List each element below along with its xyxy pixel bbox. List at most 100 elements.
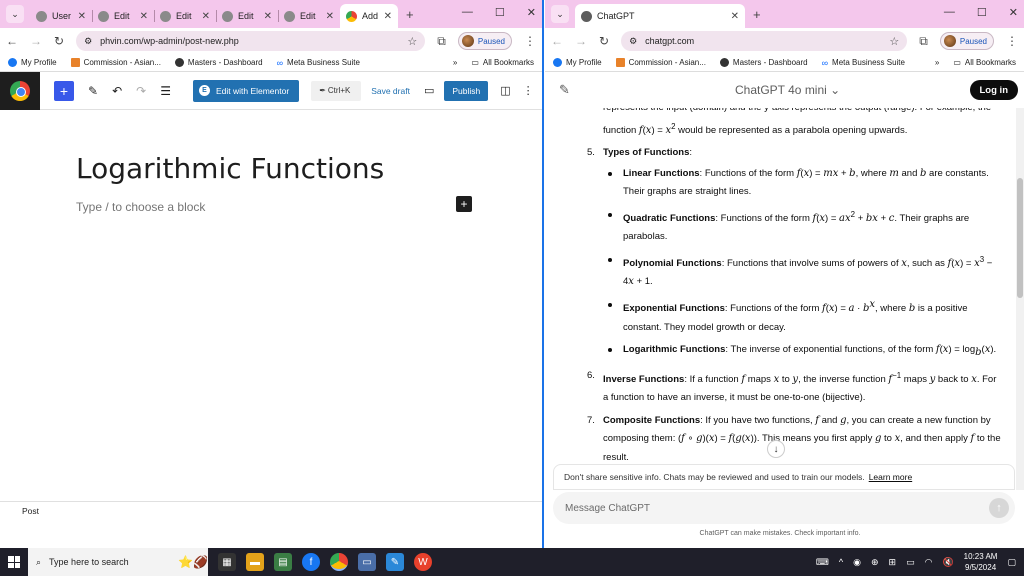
battery-icon[interactable]: ▭ <box>906 557 915 568</box>
bookmark-star-icon[interactable]: ☆ <box>889 35 899 48</box>
remote-desktop-icon[interactable]: ▭ <box>358 553 376 571</box>
minimize-icon[interactable]: — <box>462 6 473 19</box>
close-icon[interactable]: ✕ <box>731 11 739 22</box>
close-icon[interactable]: ✕ <box>384 11 392 22</box>
extensions-icon[interactable]: ⧉ <box>437 34 446 49</box>
message-input[interactable]: Message ChatGPT ↑ <box>553 492 1015 524</box>
more-menu-icon[interactable]: ⋮ <box>524 34 536 48</box>
model-selector[interactable]: ChatGPT 4o mini ⌄ <box>735 83 840 97</box>
task-view-icon[interactable]: ▦ <box>218 553 236 571</box>
tray-app-icon[interactable]: ◉ <box>853 557 861 568</box>
scrollbar[interactable] <box>1016 108 1024 490</box>
save-draft-button[interactable]: Save draft <box>371 86 410 96</box>
reload-icon[interactable]: ↻ <box>54 34 64 48</box>
browser-tab[interactable]: Edit ✕ <box>216 4 278 28</box>
browser-tab[interactable]: Edit ✕ <box>278 4 340 28</box>
redo-icon[interactable]: ↷ <box>136 84 146 98</box>
edit-with-elementor-button[interactable]: E Edit with Elementor <box>192 79 300 102</box>
command-palette-button[interactable]: ✒ Ctrl+K <box>311 80 362 101</box>
more-bookmarks-icon[interactable]: » <box>935 58 939 67</box>
undo-icon[interactable]: ↶ <box>112 84 122 98</box>
bookmark-meta[interactable]: ∞ Meta Business Suite <box>277 58 360 68</box>
meet-now-icon[interactable]: ⊞ <box>889 557 897 568</box>
all-bookmarks[interactable]: ▭ All Bookmarks <box>471 58 534 67</box>
tab-search-button[interactable]: ⌄ <box>551 5 569 23</box>
address-bar[interactable]: ⚙ chatgpt.com ☆ <box>621 31 908 51</box>
new-tab-button[interactable]: + <box>753 7 761 22</box>
file-explorer-icon[interactable]: ▬ <box>246 553 264 571</box>
address-bar[interactable]: ⚙ phvin.com/wp-admin/post-new.php ☆ <box>76 31 426 51</box>
scrollbar-thumb[interactable] <box>1017 178 1023 298</box>
maximize-icon[interactable]: ☐ <box>495 6 505 19</box>
chrome-app-icon[interactable] <box>330 553 348 571</box>
close-icon[interactable]: ✕ <box>326 11 334 22</box>
preview-icon[interactable]: ▭ <box>424 84 434 97</box>
bookmark-meta[interactable]: ∞ Meta Business Suite <box>822 58 905 68</box>
tray-app-icon[interactable]: ⊕ <box>871 557 879 568</box>
login-button[interactable]: Log in <box>969 80 1018 100</box>
minimize-icon[interactable]: — <box>944 6 955 19</box>
close-icon[interactable]: ✕ <box>264 11 272 22</box>
back-icon[interactable]: ← <box>6 34 18 48</box>
post-title[interactable]: Logarithmic Functions <box>76 152 384 185</box>
options-icon[interactable]: ⋮ <box>523 84 534 97</box>
publish-button[interactable]: Publish <box>444 80 489 101</box>
bookmark-masters[interactable]: Masters - Dashboard <box>174 58 263 67</box>
forward-icon[interactable]: → <box>30 34 42 48</box>
close-icon[interactable]: ✕ <box>202 11 210 22</box>
close-window-icon[interactable]: ✕ <box>527 6 536 19</box>
bookmark-my-profile[interactable]: My Profile <box>8 58 57 67</box>
editor-footer-breadcrumb[interactable]: Post <box>0 501 542 519</box>
profile-paused-button[interactable]: Paused <box>939 32 994 50</box>
facebook-app-icon[interactable]: f <box>302 553 320 571</box>
send-button[interactable]: ↑ <box>989 498 1009 518</box>
block-placeholder[interactable]: Type / to choose a block <box>76 200 205 214</box>
scroll-to-bottom-button[interactable]: ↓ <box>767 440 785 458</box>
learn-more-link[interactable]: Learn more <box>869 472 912 482</box>
profile-paused-button[interactable]: Paused <box>457 32 512 50</box>
bookmark-commission[interactable]: Commission - Asian... <box>615 58 706 67</box>
forward-icon[interactable]: → <box>575 34 587 48</box>
maximize-icon[interactable]: ☐ <box>977 6 987 19</box>
bookmark-my-profile[interactable]: My Profile <box>553 58 602 67</box>
site-info-icon[interactable]: ⚙ <box>84 36 92 47</box>
notifications-icon[interactable]: ▢ <box>1007 557 1016 568</box>
settings-sidebar-icon[interactable]: ◫ <box>500 84 510 97</box>
close-icon[interactable]: ✕ <box>78 11 86 22</box>
wifi-icon[interactable]: ◠ <box>925 557 933 568</box>
site-info-icon[interactable]: ⚙ <box>629 36 637 47</box>
bookmark-commission[interactable]: Commission - Asian... <box>70 58 161 67</box>
show-hidden-icons[interactable]: ^ <box>839 557 843 567</box>
browser-tab[interactable]: Edit ✕ <box>154 4 216 28</box>
add-block-button[interactable]: + <box>456 196 472 212</box>
wps-office-icon[interactable]: W <box>414 553 432 571</box>
tab-search-button[interactable]: ⌄ <box>6 5 24 23</box>
browser-tab-active[interactable]: ChatGPT ✕ <box>575 4 745 28</box>
close-window-icon[interactable]: ✕ <box>1009 6 1018 19</box>
block-inserter-button[interactable]: + <box>54 80 74 101</box>
calculator-icon[interactable]: ▤ <box>274 553 292 571</box>
new-chat-icon[interactable]: ✎ <box>559 82 570 98</box>
browser-tab-active[interactable]: Add ✕ <box>340 4 398 28</box>
bookmark-masters[interactable]: Masters - Dashboard <box>719 58 808 67</box>
browser-tab[interactable]: User ✕ <box>30 4 92 28</box>
more-bookmarks-icon[interactable]: » <box>453 58 457 67</box>
notes-app-icon[interactable]: ✎ <box>386 553 404 571</box>
document-overview-icon[interactable]: ☰ <box>160 84 171 98</box>
reload-icon[interactable]: ↻ <box>599 34 609 48</box>
keyboard-icon[interactable]: ⌨ <box>816 557 829 568</box>
more-menu-icon[interactable]: ⋮ <box>1006 34 1018 48</box>
new-tab-button[interactable]: + <box>406 7 414 22</box>
browser-tab[interactable]: Edit ✕ <box>92 4 154 28</box>
site-logo-button[interactable] <box>0 71 40 110</box>
taskbar-search[interactable]: ⌕ Type here to search ⭐🏈 <box>28 548 208 576</box>
clock[interactable]: 10:23 AM 9/5/2024 <box>964 551 998 573</box>
start-button[interactable] <box>0 556 28 568</box>
all-bookmarks[interactable]: ▭ All Bookmarks <box>953 58 1016 67</box>
close-icon[interactable]: ✕ <box>140 11 148 22</box>
pen-tool-icon[interactable]: ✎ <box>88 84 98 98</box>
volume-muted-icon[interactable]: 🔇 <box>942 557 953 568</box>
bookmark-star-icon[interactable]: ☆ <box>407 35 417 48</box>
back-icon[interactable]: ← <box>551 34 563 48</box>
extensions-icon[interactable]: ⧉ <box>919 34 928 49</box>
